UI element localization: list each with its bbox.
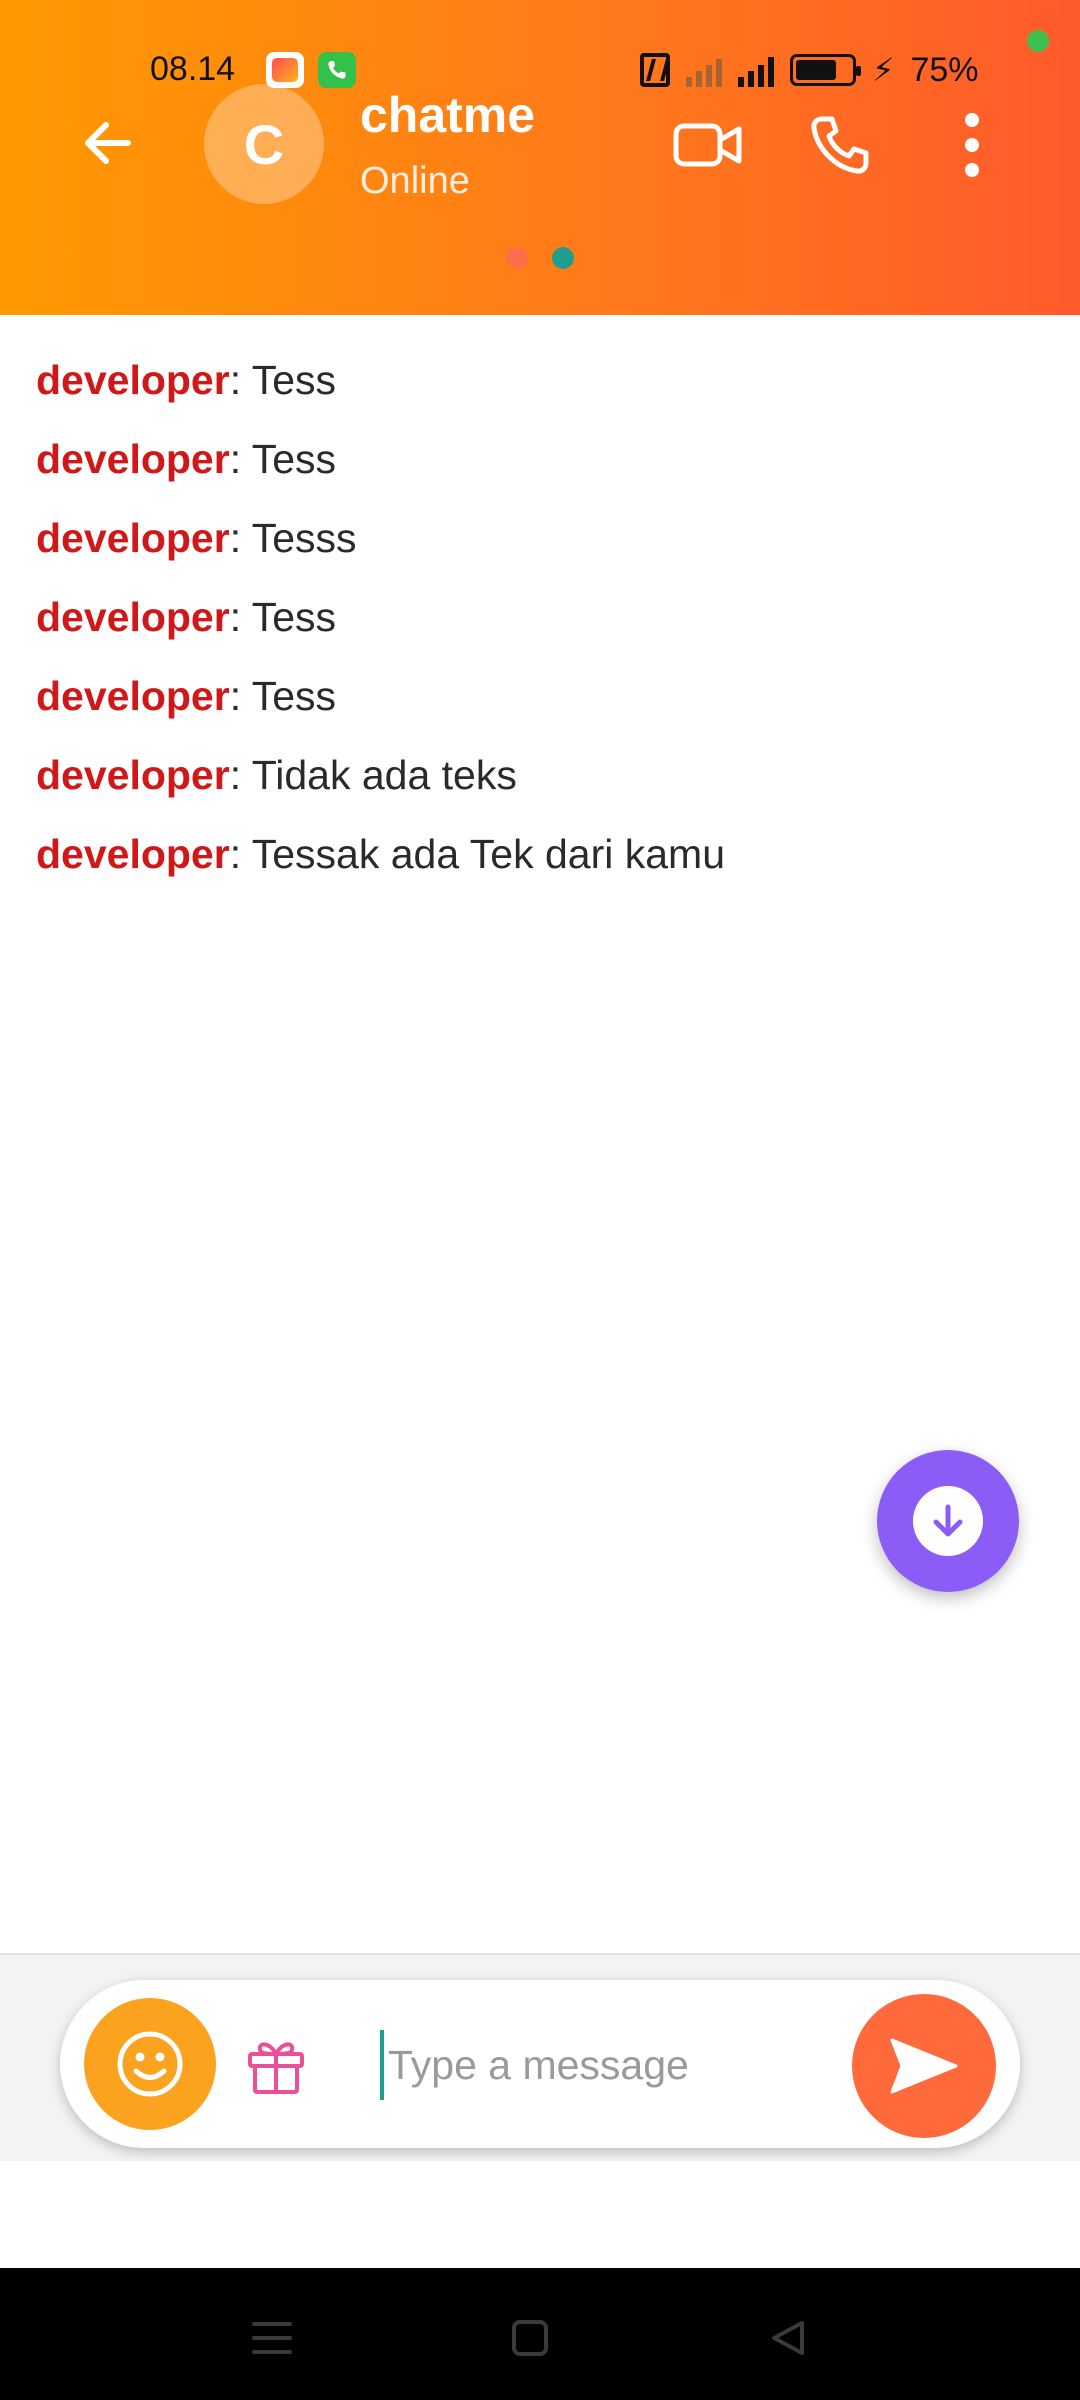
- message-sender: developer: [36, 515, 230, 561]
- contact-name[interactable]: chatme: [360, 86, 535, 144]
- send-button[interactable]: [852, 1994, 996, 2138]
- arrow-down-icon: [933, 1504, 963, 1537]
- gallery-app-icon: [266, 52, 304, 88]
- message-sender: developer: [36, 831, 230, 877]
- phone-icon: [811, 116, 869, 174]
- signal-4g-icon: [738, 53, 774, 87]
- send-icon: [890, 2038, 958, 2094]
- message-item: developer: Tess: [36, 582, 1046, 661]
- page-indicator-dot-1: [506, 247, 528, 269]
- message-text: : Tess: [229, 594, 337, 640]
- contact-status: Online: [360, 160, 470, 202]
- message-text: : Tidak ada teks: [229, 752, 517, 798]
- message-item: developer: Tessak ada Tek dari kamu: [36, 819, 1046, 898]
- message-sender: developer: [36, 594, 230, 640]
- emoji-button[interactable]: [84, 1998, 216, 2130]
- nfc-icon: [640, 53, 670, 87]
- gift-button[interactable]: [236, 2024, 316, 2104]
- message-item: developer: Tidak ada teks: [36, 740, 1046, 819]
- message-text: : Tess: [229, 357, 337, 403]
- video-call-button[interactable]: [663, 100, 753, 190]
- scroll-to-bottom-button[interactable]: [877, 1450, 1019, 1592]
- message-input[interactable]: [380, 2030, 880, 2100]
- voice-call-button[interactable]: [795, 100, 885, 190]
- home-button[interactable]: [490, 2298, 570, 2378]
- page-indicator-dot-2: [552, 247, 574, 269]
- video-camera-icon: [673, 123, 742, 167]
- smiley-icon: [117, 2031, 183, 2097]
- chat-screen: 08.14 ⚡ 75% C chatme Online developer: T…: [0, 0, 1080, 2400]
- battery-percent: 75%: [910, 50, 979, 89]
- charging-icon: ⚡: [872, 52, 895, 88]
- more-vertical-icon: [965, 113, 979, 177]
- message-sender: developer: [36, 752, 230, 798]
- message-list: developer: Tess developer: Tess develope…: [36, 345, 1046, 898]
- message-text: : Tessak ada Tek dari kamu: [229, 831, 726, 877]
- back-arrow-icon: [84, 121, 131, 164]
- message-sender: developer: [36, 436, 230, 482]
- phone-app-icon: [318, 52, 356, 88]
- back-triangle-icon: [772, 2321, 804, 2355]
- gift-icon: [248, 2042, 304, 2094]
- message-item: developer: Tess: [36, 345, 1046, 424]
- menu-icon: [252, 2322, 292, 2354]
- message-item: developer: Tess: [36, 424, 1046, 503]
- message-sender: developer: [36, 357, 230, 403]
- status-indicators: ⚡ 75%: [640, 50, 979, 90]
- camera-indicator-dot: [1027, 30, 1049, 52]
- recent-apps-button[interactable]: [232, 2298, 312, 2378]
- signal-sim1-icon: [686, 53, 722, 87]
- avatar[interactable]: C: [204, 84, 324, 204]
- back-nav-button[interactable]: [748, 2298, 828, 2378]
- arrow-down-circle: [913, 1486, 983, 1556]
- status-time: 08.14: [150, 50, 236, 88]
- message-text: : Tess: [229, 436, 337, 482]
- more-options-button[interactable]: [927, 100, 1017, 190]
- message-text: : Tesss: [229, 515, 357, 561]
- message-composer: [60, 1980, 1020, 2148]
- battery-icon: [790, 54, 861, 86]
- home-square-icon: [512, 2320, 548, 2356]
- message-sender: developer: [36, 673, 230, 719]
- chat-header: 08.14 ⚡ 75% C chatme Online: [0, 0, 1080, 315]
- message-item: developer: Tesss: [36, 503, 1046, 582]
- message-item: developer: Tess: [36, 661, 1046, 740]
- message-text: : Tess: [229, 673, 337, 719]
- system-navigation-bar: [0, 2268, 1080, 2400]
- back-button[interactable]: [70, 105, 145, 180]
